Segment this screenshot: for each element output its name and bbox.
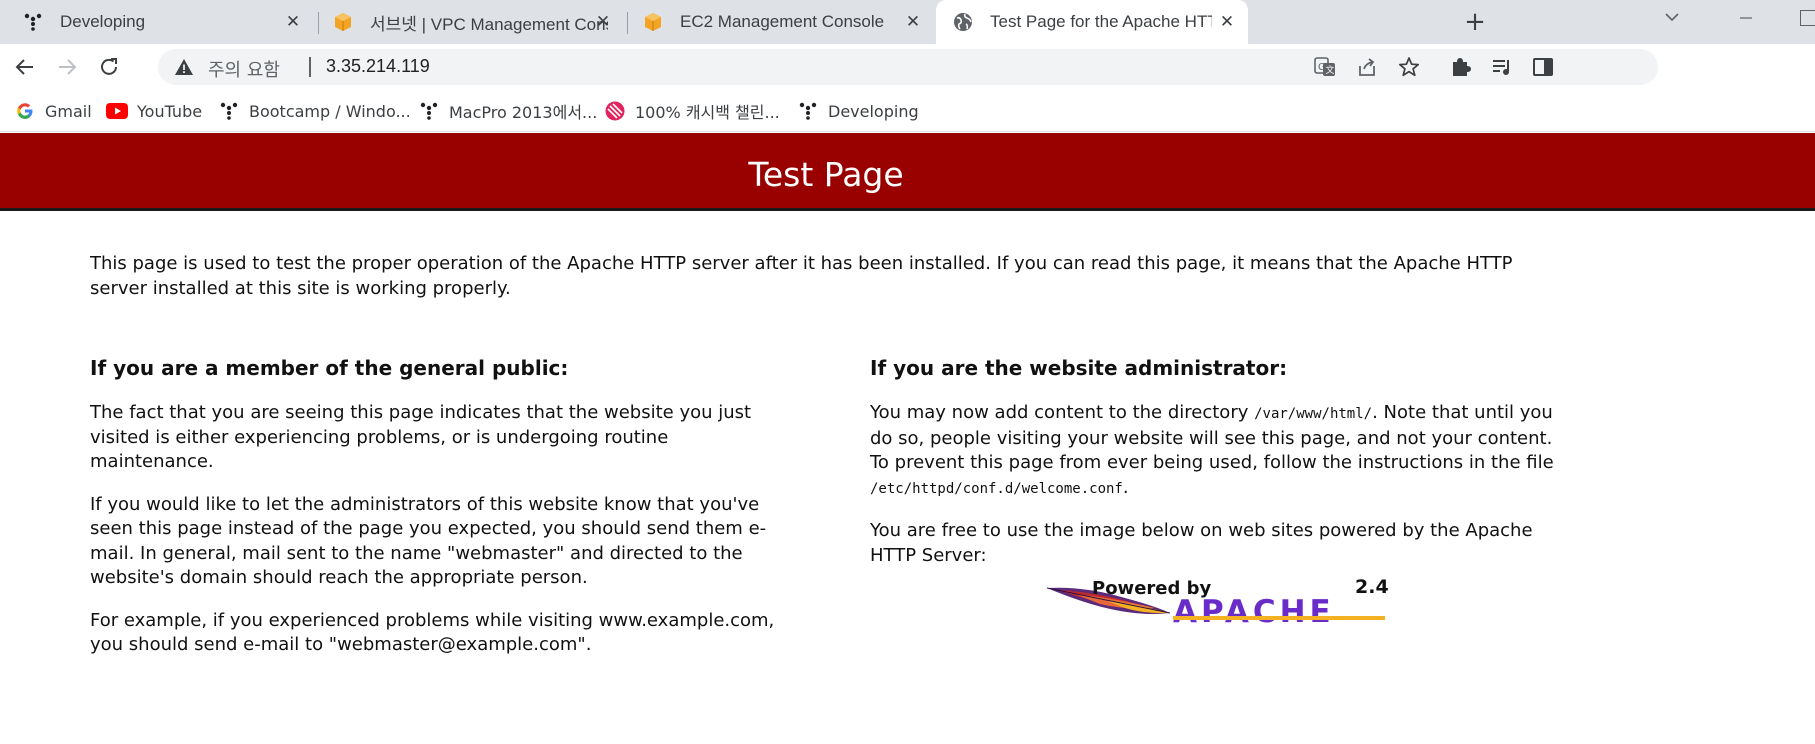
tab-search-chevron-icon[interactable] <box>1663 8 1681 30</box>
bookmark-label: YouTube <box>137 101 203 121</box>
warning-triangle-icon[interactable] <box>174 57 194 77</box>
bookmark-label: MacPro 2013에서... <box>449 103 598 122</box>
close-icon[interactable]: ✕ <box>282 11 304 33</box>
reload-button[interactable] <box>94 52 124 82</box>
bookmark-youtube[interactable]: YouTube <box>106 99 202 123</box>
developing-favicon-icon <box>218 100 240 122</box>
general-public-section: If you are a member of the general publi… <box>90 355 790 676</box>
text: . <box>1122 476 1129 498</box>
paragraph: For example, if you experienced problems… <box>90 609 775 656</box>
tab-apache-test-page[interactable]: Test Page for the Apache HTTP ✕ <box>936 0 1248 44</box>
bookmark-label: Bootcamp / Windo... <box>249 101 411 121</box>
bookmark-developing[interactable]: Developing <box>797 99 919 123</box>
powered-by-apache-logo: Powered by 2.4 APACHE <box>1045 576 1390 640</box>
minimize-icon[interactable] <box>1738 6 1754 27</box>
bookmark-label: Gmail <box>45 101 92 121</box>
extensions-puzzle-icon[interactable] <box>1448 55 1472 79</box>
developing-favicon-icon <box>22 11 44 33</box>
text: You may now add content to the directory <box>870 402 1255 423</box>
page-banner: Test Page <box>0 133 1815 211</box>
close-icon[interactable]: ✕ <box>592 11 614 33</box>
section-heading: If you are the website administrator: <box>870 356 1288 380</box>
paragraph: You may now add content to the directory… <box>870 401 1570 501</box>
bookmarks-bar: Gmail YouTube Bootcamp / Windo... MacPro… <box>0 90 1815 132</box>
tab-title: Test Page for the Apache HTTP <box>990 12 1212 31</box>
tab-title: EC2 Management Console <box>680 12 885 31</box>
side-panel-icon[interactable] <box>1531 55 1555 79</box>
bookmark-label: Developing <box>828 101 919 121</box>
tab-ec2[interactable]: EC2 Management Console ✕ <box>620 0 938 44</box>
aws-cube-icon <box>332 11 354 33</box>
back-arrow-icon <box>15 59 33 75</box>
developing-favicon-icon <box>418 100 440 122</box>
globe-icon <box>952 11 974 33</box>
maximize-icon[interactable] <box>1800 10 1815 26</box>
back-button[interactable] <box>10 52 40 82</box>
directory-path: /var/www/html/ <box>1254 406 1373 422</box>
section-heading: If you are a member of the general publi… <box>90 356 569 380</box>
reload-icon <box>101 58 117 75</box>
bookmark-star-icon[interactable] <box>1397 55 1421 79</box>
developing-favicon-icon <box>797 100 819 122</box>
bookmark-bootcamp[interactable]: Bootcamp / Windo... <box>218 99 411 123</box>
page-title: Test Page <box>748 155 904 194</box>
website-administrator-section: If you are the website administrator: Yo… <box>870 355 1570 586</box>
config-file-path: /etc/httpd/conf.d/welcome.conf <box>870 480 1123 497</box>
svg-text:文: 文 <box>1326 64 1335 76</box>
paragraph: You are free to use the image below on w… <box>870 520 1533 566</box>
youtube-icon <box>106 100 128 122</box>
media-playlist-icon[interactable] <box>1490 55 1514 79</box>
tab-vpc-subnet[interactable]: 서브넷 | VPC Management Cons ✕ <box>310 0 628 44</box>
bookmark-gmail[interactable]: Gmail <box>14 99 92 123</box>
aws-cube-icon <box>642 11 664 33</box>
version-label: 2.4 <box>1355 576 1389 598</box>
translate-icon[interactable]: G文 <box>1313 55 1337 79</box>
challenge-icon <box>604 100 626 122</box>
apache-wordmark: APACHE <box>1173 594 1335 630</box>
security-status-label[interactable]: 주의 요함 <box>208 56 280 82</box>
intro-paragraph: This page is used to test the proper ope… <box>90 253 1513 299</box>
close-icon[interactable]: ✕ <box>1216 11 1238 33</box>
browser-toolbar: 주의 요함 3.35.214.119 G文 <box>0 44 1815 90</box>
new-tab-button[interactable]: + <box>1462 9 1488 35</box>
share-icon[interactable] <box>1355 55 1379 79</box>
address-separator <box>309 57 311 77</box>
paragraph: The fact that you are seeing this page i… <box>90 402 752 472</box>
bookmark-label: 100% 캐시백 챌린... <box>635 103 780 122</box>
bookmark-cashback-challenge[interactable]: 100% 캐시백 챌린... <box>604 99 780 123</box>
close-icon[interactable]: ✕ <box>902 11 924 33</box>
tab-strip: Developing ✕ 서브넷 | VPC Management Cons ✕… <box>0 0 1815 44</box>
wordmark-underline <box>1173 616 1385 620</box>
tab-title: Developing <box>60 12 146 31</box>
forward-arrow-icon <box>59 59 77 75</box>
tab-title: 서브넷 | VPC Management Cons <box>370 14 608 34</box>
forward-button[interactable] <box>52 52 82 82</box>
address-bar[interactable]: 주의 요함 3.35.214.119 G文 <box>158 49 1658 85</box>
apache-test-page: Test Page This page is used to test the … <box>0 133 1815 744</box>
url-text[interactable]: 3.35.214.119 <box>326 56 430 77</box>
paragraph: If you would like to let the administrat… <box>90 493 767 589</box>
tab-developing[interactable]: Developing ✕ <box>0 0 318 44</box>
bookmark-macpro[interactable]: MacPro 2013에서... <box>418 99 597 123</box>
google-icon <box>14 100 36 122</box>
